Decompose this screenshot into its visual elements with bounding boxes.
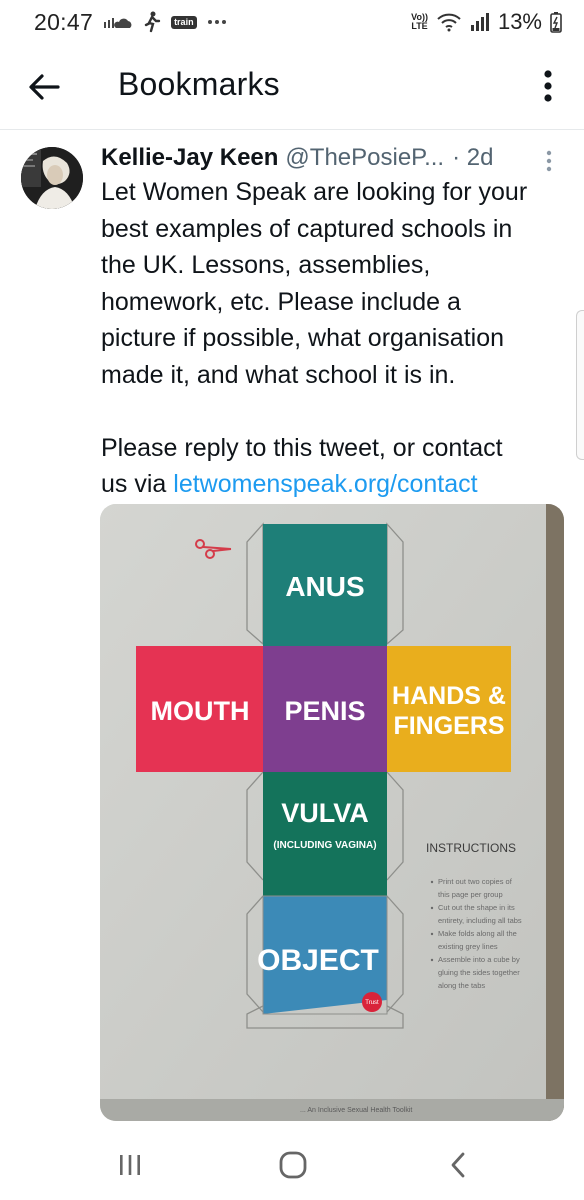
more-notifications-icon	[207, 19, 227, 25]
instruction-line: Cut out the shape in its	[438, 903, 515, 912]
label-penis: PENIS	[284, 696, 365, 726]
worksheet-photo: ANUS MOUTH PENIS HANDS & FINGERS VULVA (…	[100, 504, 564, 1121]
scroll-handle[interactable]	[576, 310, 584, 460]
trust-logo-text: Trust	[365, 1000, 379, 1006]
chevron-left-icon	[451, 1152, 465, 1178]
avatar[interactable]	[21, 147, 83, 209]
battery-percent: 13%	[497, 9, 542, 34]
tweet-text-line: the UK. Lessons, assemblies,	[101, 251, 431, 279]
label-mouth: MOUTH	[151, 696, 250, 726]
cloud-icon	[103, 13, 133, 31]
author-name[interactable]: Kellie-Jay Keen	[101, 144, 278, 172]
walk-icon	[143, 11, 161, 33]
train-icon: train	[171, 15, 197, 29]
home-icon	[279, 1151, 307, 1179]
instruction-line: this page per group	[438, 890, 503, 899]
tweet-text-line: picture if possible, what organisation	[101, 324, 505, 352]
tweet-text: Let Women Speak are looking for your bes…	[101, 174, 571, 503]
instruction-line: entirety, including all tabs	[438, 916, 522, 925]
tweet-menu-button[interactable]	[540, 147, 558, 175]
app-bar: Bookmarks	[0, 44, 584, 130]
instruction-line: Assemble into a cube by	[438, 955, 520, 964]
status-left: 20:47 train	[34, 9, 227, 36]
label-anus: ANUS	[285, 571, 364, 602]
tweet-text-line: Please reply to this tweet, or contact	[101, 433, 503, 462]
system-back-button[interactable]	[436, 1147, 480, 1183]
label-including-vagina: (INCLUDING VAGINA)	[273, 840, 376, 851]
battery-charging-icon	[550, 11, 562, 33]
author-handle[interactable]: @ThePosieP...	[285, 144, 444, 172]
more-vertical-icon	[544, 70, 552, 102]
tweet-text-line: homework, etc. Please include a	[101, 287, 461, 316]
tweet-text-line: us via letwomenspeak.org/contact	[101, 466, 571, 503]
more-vertical-icon	[546, 150, 552, 172]
system-nav-bar	[0, 1130, 584, 1200]
train-label: train	[171, 15, 197, 29]
tweet-time: · 2d	[452, 144, 494, 171]
label-hands: HANDS &	[392, 682, 506, 710]
tweet-text-line: best examples of captured schools in	[101, 214, 513, 243]
tweet-text-line: made it, and what school it is in.	[101, 360, 456, 389]
signal-icon	[470, 12, 490, 32]
volte-indicator: Vo)) LTE	[411, 13, 428, 31]
tweet-media-image[interactable]: ANUS MOUTH PENIS HANDS & FINGERS VULVA (…	[100, 504, 564, 1121]
tweet-header: Kellie-Jay Keen @ThePosieP... · 2d	[101, 142, 541, 174]
tweet-text-line: Let Women Speak are looking for your	[101, 178, 528, 206]
tweet-text-prefix: us via	[101, 470, 174, 498]
recent-apps-icon	[120, 1155, 140, 1175]
status-right: Vo)) LTE 13%	[411, 9, 562, 35]
instructions-title: INSTRUCTIONS	[426, 841, 516, 855]
instruction-line: gluing the sides together	[438, 968, 520, 977]
instruction-line: existing grey lines	[438, 942, 498, 951]
page-title: Bookmarks	[118, 66, 280, 102]
worksheet-footer: ... An Inclusive Sexual Health Toolkit	[300, 1107, 412, 1114]
instruction-line: Print out two copies of	[438, 877, 513, 886]
wifi-icon	[436, 12, 462, 32]
page-edge-shadow	[546, 504, 564, 1121]
instruction-line: along the tabs	[438, 981, 485, 990]
status-bar: 20:47 train Vo)) LTE 13%	[0, 0, 584, 44]
status-time: 20:47	[34, 8, 94, 35]
back-button[interactable]	[26, 71, 62, 103]
label-vulva: VULVA	[281, 798, 369, 828]
label-object: OBJECT	[257, 944, 379, 977]
more-options-button[interactable]	[530, 66, 566, 106]
tweet-link[interactable]: letwomenspeak.org/contact	[173, 470, 477, 498]
tweet[interactable]: Kellie-Jay Keen @ThePosieP... · 2d Let W…	[0, 131, 584, 1131]
arrow-left-icon	[29, 74, 60, 100]
avatar-image	[21, 147, 83, 209]
volte-line2: LTE	[411, 21, 428, 31]
recent-apps-button[interactable]	[108, 1147, 152, 1183]
label-fingers: FINGERS	[393, 712, 504, 740]
face-vulva	[263, 772, 387, 896]
instruction-line: Make folds along all the	[438, 929, 517, 938]
home-button[interactable]	[271, 1147, 315, 1183]
